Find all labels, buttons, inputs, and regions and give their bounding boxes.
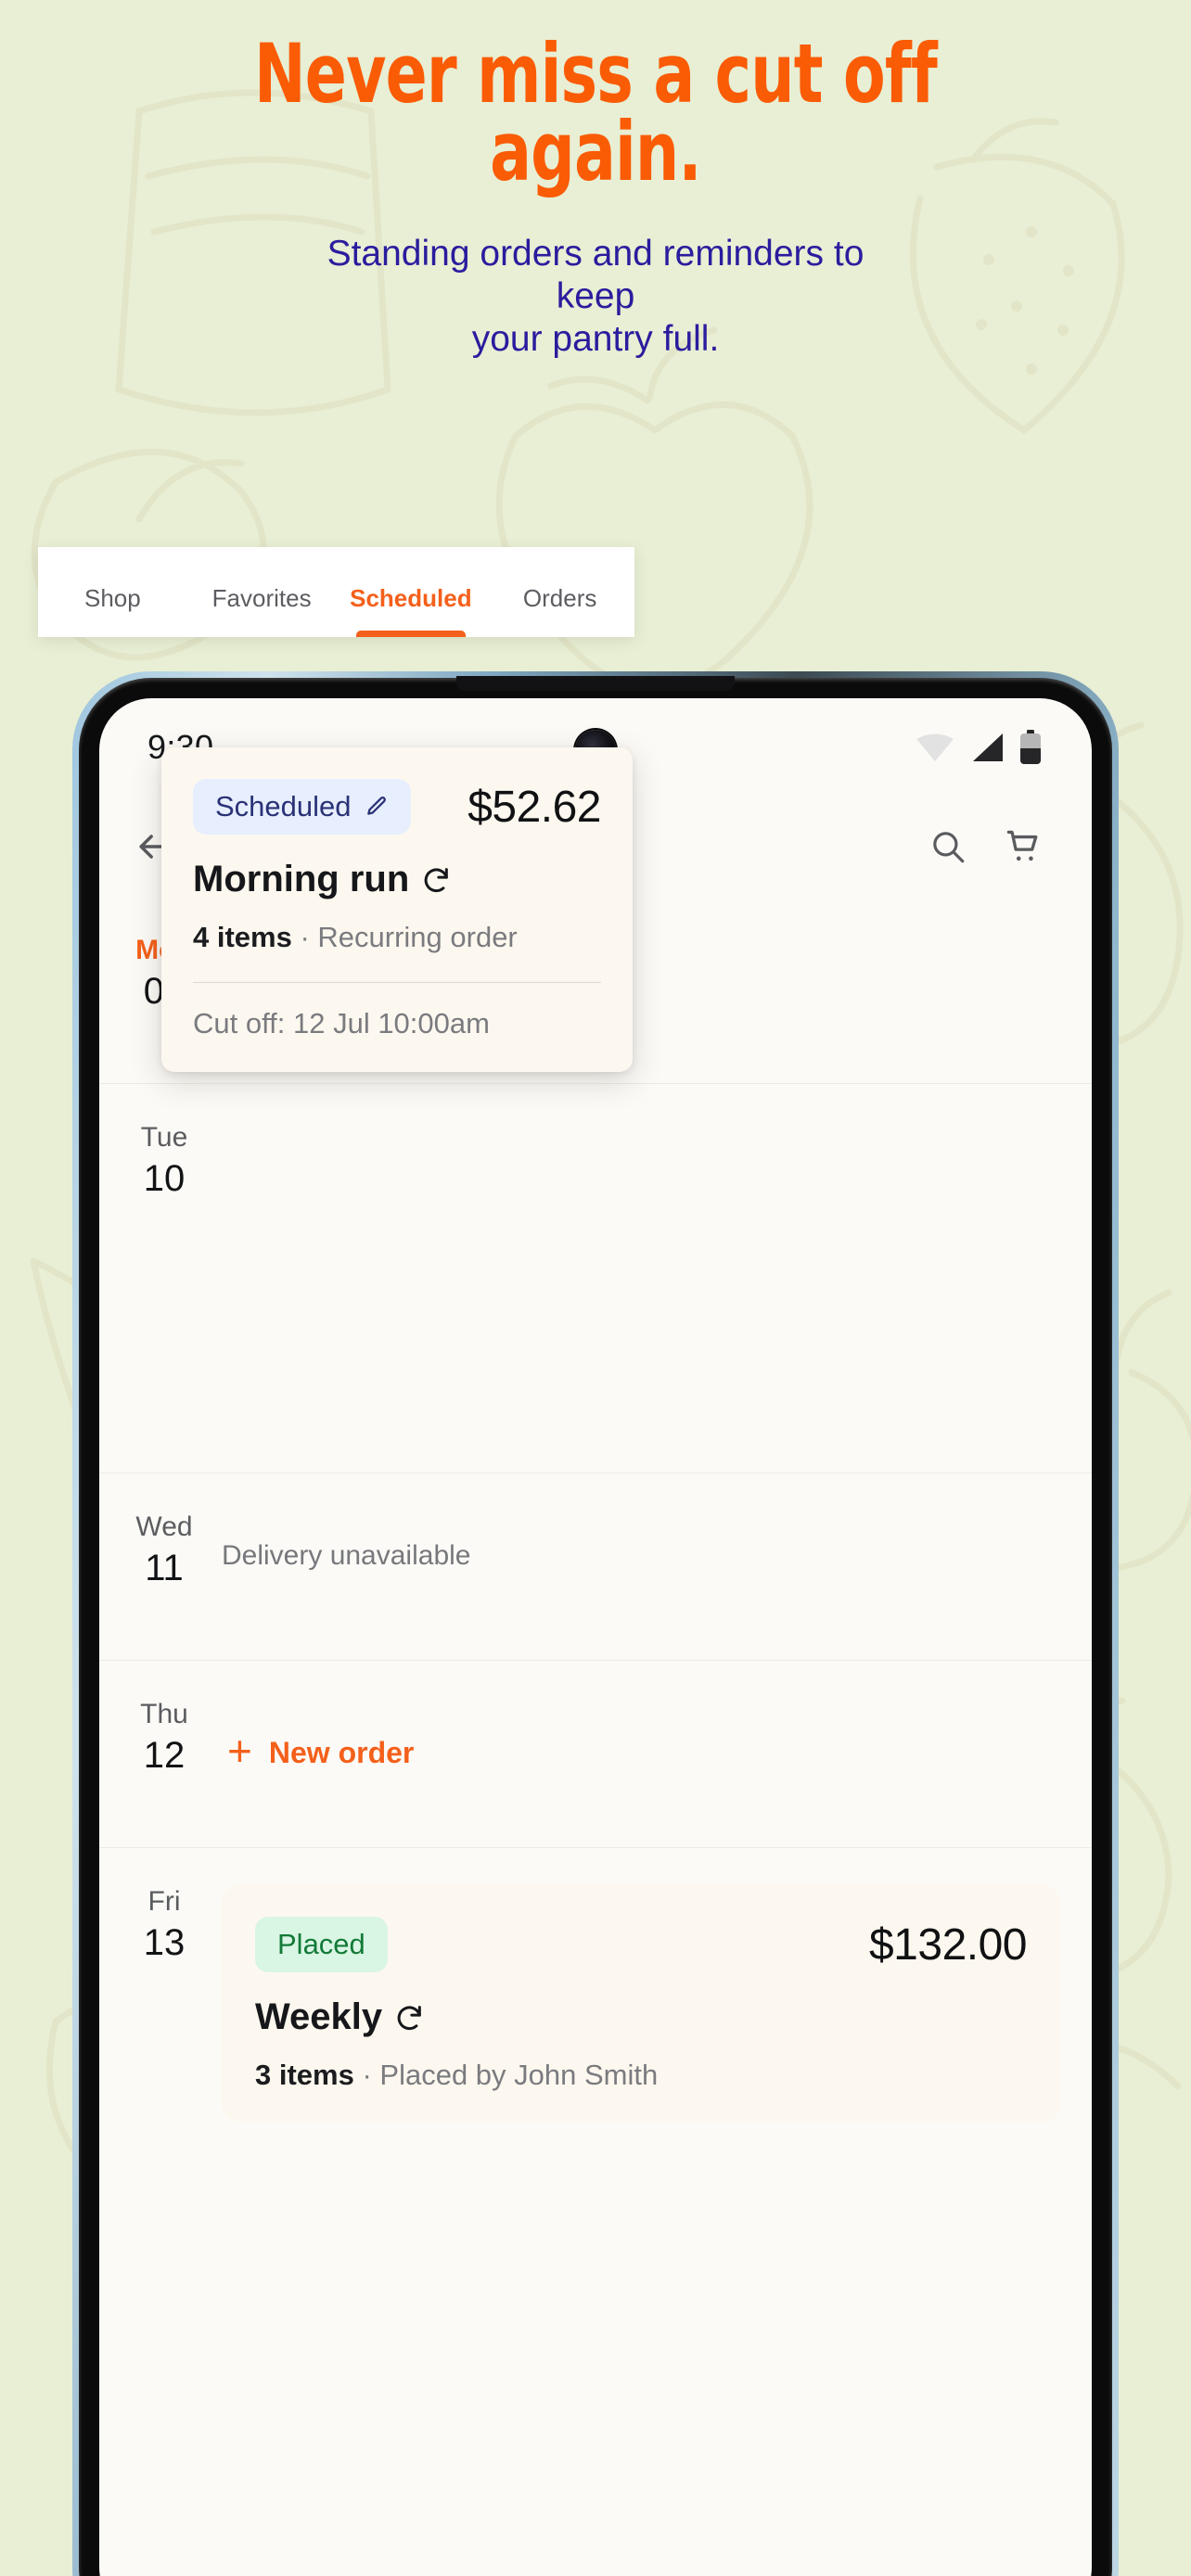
day-number: 13: [143, 1922, 186, 1964]
tab-orders[interactable]: Orders: [485, 584, 634, 637]
hero-subtitle: Standing orders and reminders to keep yo…: [327, 234, 864, 360]
day-weekday: Wed: [135, 1511, 193, 1542]
order-title-row: Morning run: [193, 859, 601, 900]
order-item-count: 4 items: [193, 921, 292, 953]
order-title: Weekly: [255, 1996, 383, 2037]
hero-section: Never miss a cut off again. Standing ord…: [0, 0, 1191, 361]
search-icon[interactable]: [928, 827, 967, 866]
card-divider: [193, 982, 601, 983]
day-date-column: Thu 12: [107, 1694, 222, 1779]
plus-icon: +: [227, 1727, 252, 1775]
tab-label: Favorites: [211, 584, 312, 612]
order-item-count: 3 items: [255, 2059, 354, 2091]
cutoff-text: Cut off: 12 Jul 10:00am: [193, 1007, 490, 1039]
day-date-column: Tue 10: [107, 1117, 222, 1202]
order-card-header: Scheduled $52.62: [193, 779, 601, 835]
status-badge[interactable]: Scheduled: [193, 779, 411, 835]
promo-screenshot: Never miss a cut off again. Standing ord…: [0, 0, 1191, 2576]
order-meta-detail: · Placed by John Smith: [353, 2059, 659, 2091]
order-price: $132.00: [868, 1919, 1028, 1970]
day-row[interactable]: Wed 11 Delivery unavailable: [99, 1473, 1092, 1661]
day-number: 10: [143, 1158, 186, 1200]
recurring-loop-icon: [393, 2002, 425, 2034]
order-meta: 3 items · Placed by John Smith: [255, 2059, 1027, 2092]
order-price: $52.62: [467, 782, 601, 832]
day-weekday: Tue: [140, 1122, 188, 1153]
cellular-signal-icon: [970, 733, 1004, 762]
day-date-column: Wed 11: [107, 1507, 222, 1591]
status-badge: Placed: [255, 1917, 388, 1972]
tab-label: Shop: [84, 584, 141, 612]
wifi-icon: [916, 733, 954, 762]
recurring-loop-icon: [420, 864, 452, 896]
order-title-row: Weekly: [255, 1996, 1027, 2038]
tab-label: Orders: [522, 584, 597, 612]
day-content: + New order: [222, 1694, 1092, 1772]
day-row[interactable]: Fri 13 Placed $132.00 Weekly 3 items · P…: [99, 1848, 1092, 2155]
order-title: Morning run: [193, 859, 410, 899]
pencil-edit-icon[interactable]: [365, 795, 389, 819]
day-content: Delivery unavailable: [222, 1507, 1092, 1572]
day-row[interactable]: Tue 10: [99, 1084, 1092, 1473]
battery-icon: [1019, 730, 1042, 765]
delivery-status: Delivery unavailable: [222, 1540, 471, 1571]
day-content: [222, 1117, 1092, 1121]
app-bar-actions: [928, 826, 1044, 867]
day-weekday: Fri: [147, 1886, 181, 1917]
order-meta-detail: · Recurring order: [291, 921, 518, 953]
status-badge-label: Scheduled: [215, 790, 352, 823]
order-card-header: Placed $132.00: [255, 1917, 1028, 1972]
day-content: Placed $132.00 Weekly 3 items · Placed b…: [222, 1881, 1092, 2122]
scheduled-day-list[interactable]: Mon 09 Today Delivery unavailable Tue 10: [99, 897, 1092, 2576]
status-bar-icons: [916, 730, 1042, 765]
tab-scheduled[interactable]: Scheduled: [337, 584, 486, 637]
day-weekday: Thu: [140, 1699, 188, 1729]
tab-label: Scheduled: [350, 584, 472, 612]
tab-favorites[interactable]: Favorites: [187, 584, 337, 637]
new-order-button[interactable]: + New order: [222, 1729, 415, 1772]
new-order-label: New order: [268, 1735, 415, 1769]
tab-bar[interactable]: Shop Favorites Scheduled Orders: [38, 547, 634, 637]
day-date-column: Fri 13: [107, 1881, 222, 1966]
active-tab-indicator: [355, 631, 466, 637]
hero-title: Never miss a cut off again.: [253, 26, 938, 199]
order-card[interactable]: Placed $132.00 Weekly 3 items · Placed b…: [222, 1885, 1060, 2122]
day-row[interactable]: Thu 12 + New order: [99, 1661, 1092, 1848]
phone-earpiece-speaker: [456, 676, 735, 691]
day-number: 12: [143, 1735, 186, 1777]
shopping-cart-icon[interactable]: [1003, 826, 1044, 867]
order-meta: 4 items · Recurring order: [193, 921, 601, 954]
order-card[interactable]: Scheduled $52.62 Morning run 4 items · R…: [161, 747, 633, 1072]
day-number: 11: [145, 1548, 184, 1589]
tab-shop[interactable]: Shop: [38, 584, 187, 637]
